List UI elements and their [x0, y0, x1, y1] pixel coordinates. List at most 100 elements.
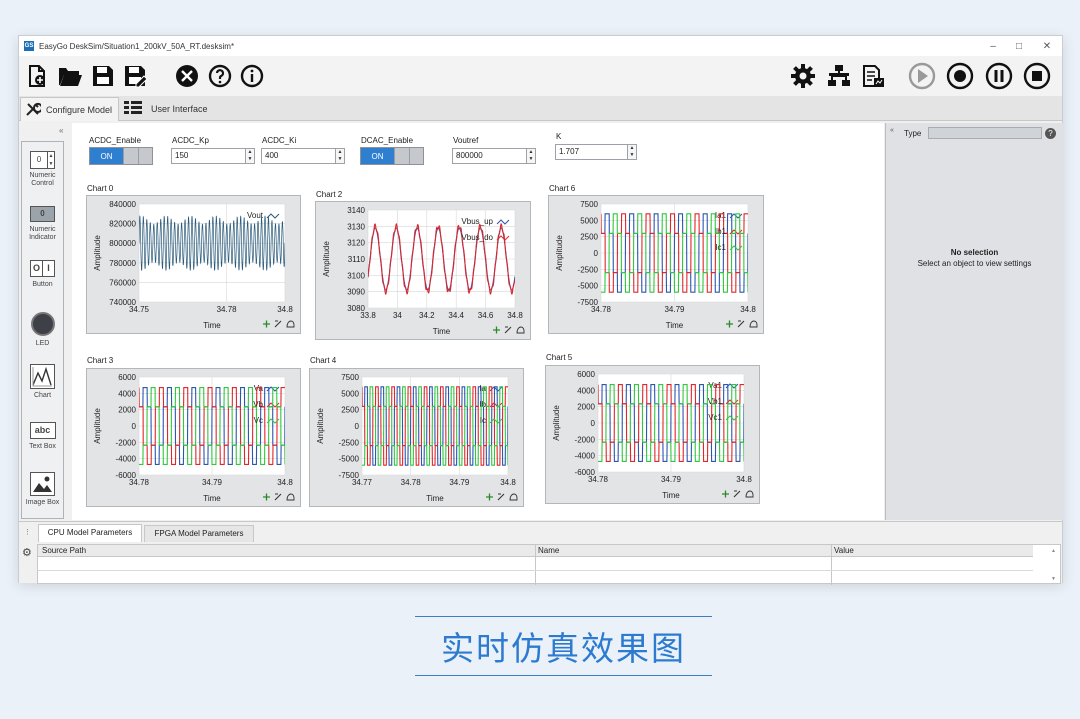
help-icon[interactable]: ? [1045, 128, 1056, 139]
zoom-tool-icon [733, 490, 741, 498]
y-tick-label: 7500 [580, 200, 598, 209]
list-icon [124, 101, 142, 117]
design-canvas[interactable]: ACDC_Enable ON ACDC_Kp 150 ▲ ▼ ACDC_Ki 400… [72, 123, 884, 520]
spinner-icon[interactable]: ▲ ▼ [336, 148, 345, 164]
cursor-tool-icon [726, 320, 733, 328]
pan-tool-icon [286, 320, 295, 328]
app-icon: GS [24, 41, 34, 51]
info-icon[interactable] [238, 62, 266, 90]
help-icon[interactable] [206, 62, 234, 90]
x-axis-label: Time [666, 321, 684, 330]
gear-icon[interactable] [789, 62, 817, 90]
x-tick-label: 34.8 [277, 305, 293, 314]
minimize-icon[interactable]: – [981, 36, 1005, 56]
legend-label: Ia [479, 384, 486, 393]
spinner-icon[interactable]: ▲ ▼ [246, 148, 255, 164]
spinner-icon[interactable]: ▲ ▼ [527, 148, 536, 164]
chart-4[interactable]: 7500 5000 2500 0 -2500 -5000 -7500 34.77 34.78 34… [309, 368, 524, 507]
stop-icon[interactable] [1023, 62, 1051, 90]
scroll-down-icon[interactable]: ▼ [1051, 576, 1056, 582]
chart-5[interactable]: 6000 4000 2000 0 -2000 -4000 -6000 34.78 34.79 34… [545, 365, 760, 504]
props-collapse-icon[interactable]: « [890, 127, 894, 134]
voutref-input[interactable]: 800000 ▲ ▼ [452, 148, 536, 164]
params-table: Source Path Name Value ▲ ▼ [37, 544, 1061, 585]
button-icon: OI [30, 260, 55, 277]
record-icon[interactable] [946, 62, 974, 90]
pause-icon[interactable] [985, 62, 1013, 90]
save-as-icon[interactable] [122, 62, 150, 90]
panel-collapse-icon[interactable]: ⋮ [24, 528, 31, 536]
dcac-enable-label: DCAC_Enable [361, 136, 414, 145]
palette-image-box[interactable]: Image Box [22, 472, 63, 507]
legend-label: Vc1 [708, 413, 722, 422]
text-box-icon: abc [29, 422, 56, 439]
x-tick-label: 33.8 [360, 311, 376, 320]
x-tick-label: 34.78 [588, 475, 609, 484]
col-source-path[interactable]: Source Path [42, 546, 86, 555]
palette-led[interactable]: LED [22, 312, 63, 348]
y-tick-label: 6000 [118, 373, 136, 382]
chart-3[interactable]: 6000 4000 2000 0 -2000 -4000 -6000 34.78 34.79 34… [86, 368, 301, 507]
y-tick-label: -2000 [116, 438, 137, 447]
y-tick-label: 2500 [341, 406, 359, 415]
numeric-indicator-icon: 0 [30, 206, 55, 222]
palette-numeric-control[interactable]: 0 ▲ ▼ Numeric Control [22, 151, 63, 188]
legend-label: Vout [247, 211, 264, 220]
maximize-icon[interactable]: □ [1007, 36, 1031, 56]
spinner-icon[interactable]: ▲ ▼ [628, 144, 637, 160]
report-icon[interactable] [859, 62, 887, 90]
settings-gear-icon[interactable]: ⚙ [22, 546, 32, 559]
tools-icon[interactable] [173, 62, 201, 90]
y-tick-label: -2500 [339, 438, 360, 447]
title-bar: GS EasyGo DeskSim/Situation1_200kV_50A_R… [19, 36, 1062, 56]
palette-collapse-icon[interactable]: « [59, 126, 63, 135]
palette-text-box[interactable]: abc Text Box [22, 422, 63, 451]
voutref-label: Voutref [453, 136, 479, 145]
new-file-icon[interactable] [23, 62, 51, 90]
cursor-tool-icon [722, 490, 729, 498]
palette-label: Numeric Control [29, 172, 56, 187]
tab-configure-model[interactable]: Configure Model [20, 97, 119, 121]
col-name[interactable]: Name [538, 546, 559, 555]
legend-label: Vb [253, 400, 263, 409]
tab-cpu-params[interactable]: CPU Model Parameters [38, 524, 142, 542]
open-folder-icon[interactable] [56, 62, 84, 90]
network-icon[interactable] [825, 62, 853, 90]
chart-2[interactable]: 3140 3130 3120 3110 3100 3090 3080 33.8 34 34.2 34… [315, 201, 531, 340]
palette-button[interactable]: OI Button [22, 260, 63, 289]
palette-label: Chart [33, 392, 52, 399]
type-field[interactable] [928, 127, 1042, 139]
save-icon[interactable] [89, 62, 117, 90]
chart-svg: 6000400020000-2000-4000-600034.78 34.79 34… [93, 373, 295, 503]
k-input[interactable]: 1.707 ▲ ▼ [555, 144, 637, 160]
chart-svg: 314031303120311031003090308033.8 34 34.2 34… [322, 206, 525, 336]
y-tick-label: 760000 [109, 278, 136, 287]
palette-numeric-indicator[interactable]: 0 Numeric Indicator [22, 206, 63, 242]
tab-configure-label: Configure Model [46, 104, 113, 115]
run-icon[interactable] [908, 62, 936, 90]
acdc-ki-input[interactable]: 400 ▲ ▼ [261, 148, 345, 164]
scroll-up-icon[interactable]: ▲ [1051, 548, 1056, 554]
close-icon[interactable]: ✕ [1035, 36, 1059, 56]
acdc-kp-input[interactable]: 150 ▲ ▼ [171, 148, 255, 164]
chart-0[interactable]: 840000 820000 800000 780000 760000 740000 34.7… [86, 195, 301, 334]
y-tick-label: 780000 [109, 259, 136, 268]
zoom-tool-icon [497, 493, 505, 501]
toggle-state: ON [90, 148, 123, 164]
y-axis-label: Amplitude [555, 235, 564, 271]
zoom-tool-icon [274, 493, 282, 501]
tab-user-interface[interactable]: User Interface [120, 97, 221, 121]
pan-tool-icon [745, 490, 754, 498]
tab-fpga-params[interactable]: FPGA Model Parameters [144, 525, 254, 542]
wrench-icon [25, 101, 43, 119]
acdc-enable-toggle[interactable]: ON [89, 147, 153, 165]
col-divider [831, 545, 832, 585]
palette-chart[interactable]: Chart [22, 364, 63, 400]
cursor-tool-icon [263, 493, 270, 501]
numeric-control-icon: 0 ▲ ▼ [30, 151, 55, 169]
dcac-enable-toggle[interactable]: ON [360, 147, 424, 165]
pan-tool-icon [286, 493, 295, 501]
chart-6[interactable]: 7500 5000 2500 0 -2500 -5000 -7500 34.78 34.79 34… [548, 195, 764, 334]
type-label: Type [904, 129, 922, 138]
col-value[interactable]: Value [834, 546, 854, 555]
